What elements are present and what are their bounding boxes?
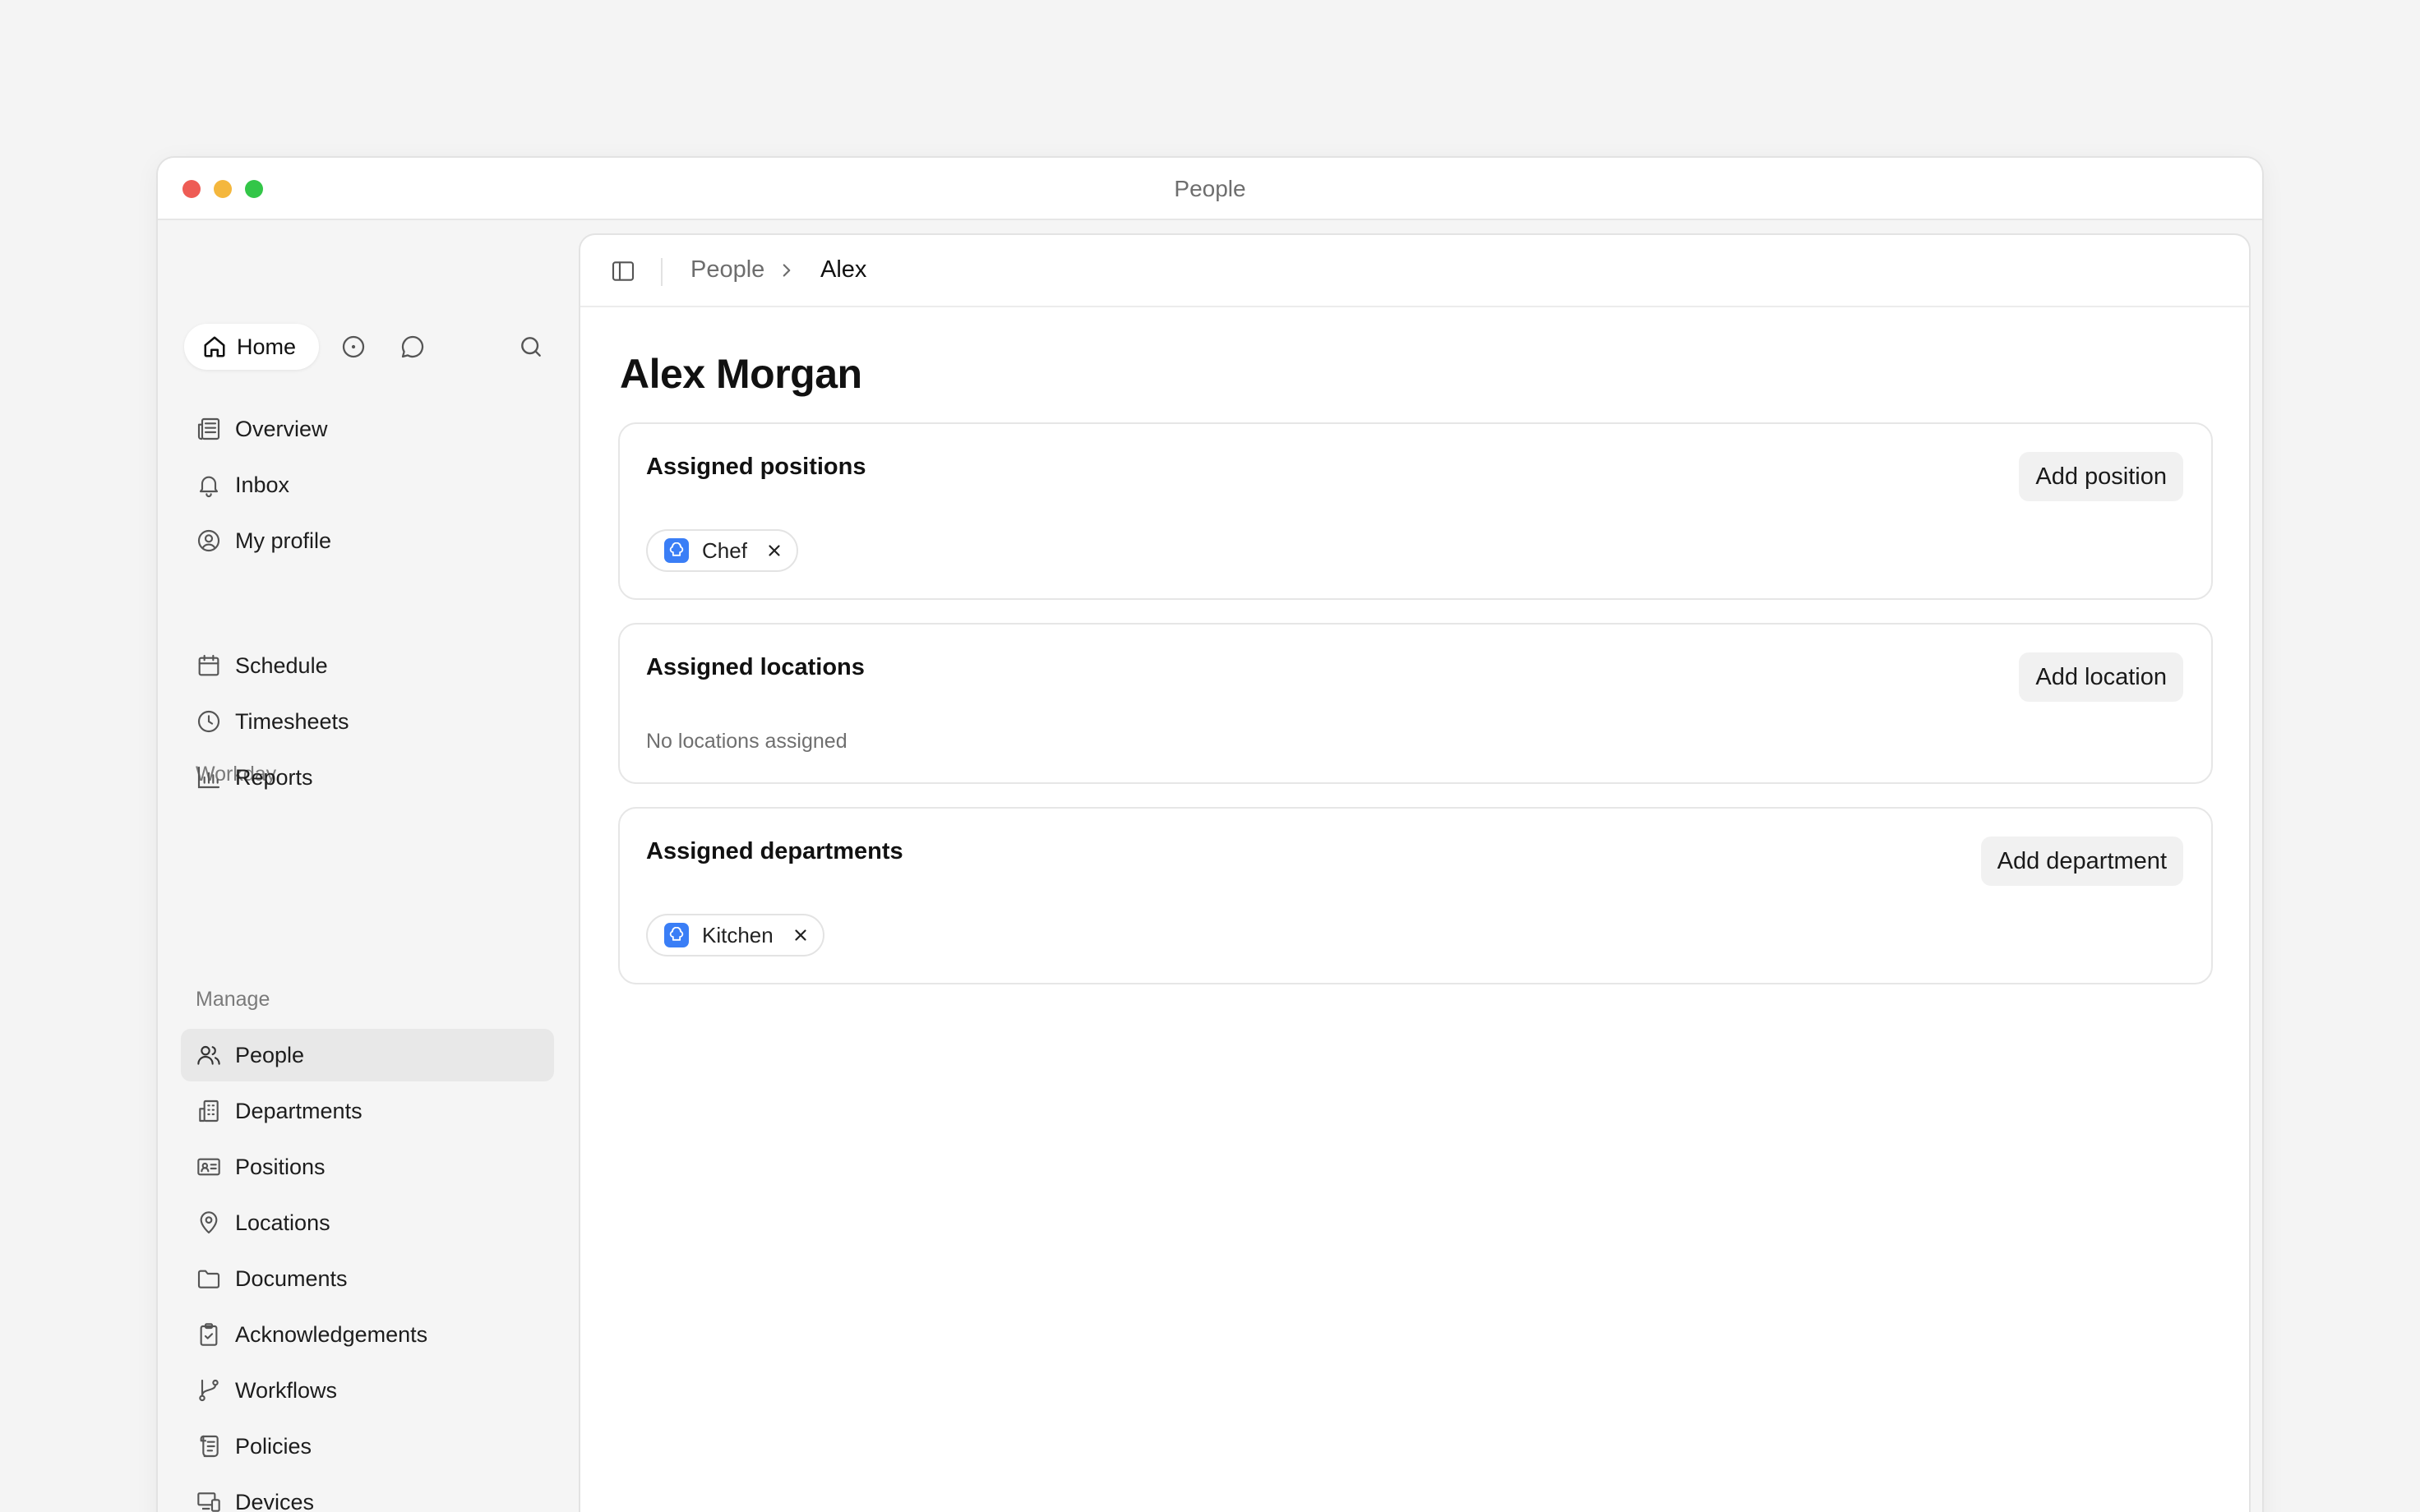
positions-card-title: Assigned positions — [646, 454, 866, 480]
chef-hat-icon — [664, 923, 689, 947]
sidebar-item-label: Devices — [235, 1489, 315, 1512]
main-header: People Alex — [580, 235, 2249, 307]
sidebar-item-label: Schedule — [235, 652, 328, 678]
home-button[interactable]: Home — [184, 324, 319, 370]
chip-label: Chef — [702, 537, 747, 563]
close-icon — [769, 545, 780, 556]
chat-bubble-icon[interactable] — [399, 334, 426, 360]
sidebar: Home Overview Inbox My profile Workday S… — [158, 222, 579, 1512]
locations-card: Assigned locations Add location No locat… — [618, 623, 2213, 784]
bell-icon — [199, 476, 219, 497]
add-department-button[interactable]: Add department — [1980, 837, 2183, 886]
users-icon — [197, 1045, 220, 1065]
sidebar-item-label: Inbox — [235, 472, 290, 497]
close-icon — [795, 929, 806, 941]
sidebar-toggle-icon[interactable] — [610, 258, 636, 284]
search-icon[interactable] — [518, 334, 544, 360]
sidebar-item-label: People — [235, 1042, 305, 1067]
sidebar-item-policies[interactable]: Policies — [181, 1420, 554, 1473]
newspaper-icon — [197, 417, 220, 440]
chef-hat-icon — [664, 538, 689, 563]
sidebar-item-label: Positions — [235, 1154, 326, 1179]
map-pin-icon — [200, 1211, 218, 1234]
sidebar-item-label: My profile — [235, 528, 332, 553]
chevron-right-icon — [776, 260, 797, 281]
sidebar-item-positions[interactable]: Positions — [181, 1141, 554, 1193]
position-chip: Chef — [646, 529, 798, 572]
sidebar-item-reports[interactable]: Reports — [181, 751, 554, 804]
department-chip: Kitchen — [646, 914, 824, 957]
header-divider — [661, 258, 663, 286]
sidebar-item-label: Timesheets — [235, 708, 349, 734]
sidebar-item-label: Departments — [235, 1098, 363, 1123]
add-position-button[interactable]: Add position — [2019, 452, 2183, 501]
sidebar-item-schedule[interactable]: Schedule — [181, 639, 554, 692]
sidebar-item-overview[interactable]: Overview — [181, 403, 554, 455]
sidebar-item-documents[interactable]: Documents — [181, 1252, 554, 1305]
sidebar-item-timesheets[interactable]: Timesheets — [181, 695, 554, 748]
breadcrumb-current: Alex — [820, 256, 867, 283]
sidebar-item-label: Locations — [235, 1210, 330, 1235]
sidebar-item-departments[interactable]: Departments — [181, 1085, 554, 1137]
calendar-icon — [198, 654, 219, 676]
sidebar-item-acknowledgements[interactable]: Acknowledgements — [181, 1308, 554, 1361]
home-label: Home — [237, 334, 297, 359]
title-bar: People — [158, 158, 2262, 220]
home-icon — [204, 336, 225, 357]
sidebar-item-my-profile[interactable]: My profile — [181, 514, 554, 567]
sidebar-item-people[interactable]: People — [181, 1029, 554, 1081]
sidebar-top-nav: Home — [184, 324, 562, 370]
sidebar-item-label: Workflows — [235, 1377, 338, 1403]
section-label-manage: Manage — [196, 988, 270, 1011]
id-card-icon — [197, 1158, 220, 1176]
app-window: People Home Overview Inbox My profile Wo… — [156, 156, 2264, 1512]
scroll-icon — [200, 1435, 219, 1458]
sidebar-item-label: Documents — [235, 1265, 348, 1291]
sidebar-item-workflows[interactable]: Workflows — [181, 1364, 554, 1417]
chip-label: Kitchen — [702, 922, 774, 947]
empty-locations-text: No locations assigned — [646, 730, 847, 753]
bar-chart-icon — [197, 766, 220, 789]
main-panel: People Alex Alex Morgan Assigned positio… — [579, 233, 2251, 1512]
git-branch-icon — [199, 1379, 219, 1402]
breadcrumb-parent[interactable]: People — [690, 256, 764, 284]
devices-icon — [197, 1492, 220, 1512]
sidebar-item-locations[interactable]: Locations — [181, 1196, 554, 1249]
sidebar-item-label: Overview — [235, 416, 328, 441]
remove-position-button[interactable] — [765, 542, 783, 560]
sidebar-item-label: Acknowledgements — [235, 1321, 428, 1347]
add-location-button[interactable]: Add location — [2019, 652, 2183, 702]
sidebar-item-label: Reports — [235, 764, 313, 790]
positions-card: Assigned positions Add position Chef — [618, 422, 2213, 600]
window-title: People — [1174, 176, 1246, 201]
remove-department-button[interactable] — [792, 926, 810, 944]
user-circle-icon — [197, 529, 220, 552]
locations-card-title: Assigned locations — [646, 654, 865, 680]
activity-icon[interactable] — [340, 334, 367, 360]
sidebar-item-inbox[interactable]: Inbox — [181, 459, 554, 511]
clock-icon — [197, 710, 220, 733]
building-icon — [199, 1099, 219, 1122]
folder-icon — [197, 1270, 220, 1288]
sidebar-item-devices[interactable]: Devices — [181, 1476, 554, 1512]
clipboard-check-icon — [200, 1323, 218, 1346]
page-title: Alex Morgan — [620, 351, 862, 397]
sidebar-item-label: Policies — [235, 1433, 312, 1459]
departments-card-title: Assigned departments — [646, 838, 903, 864]
departments-card: Assigned departments Add department Kitc… — [618, 807, 2213, 984]
